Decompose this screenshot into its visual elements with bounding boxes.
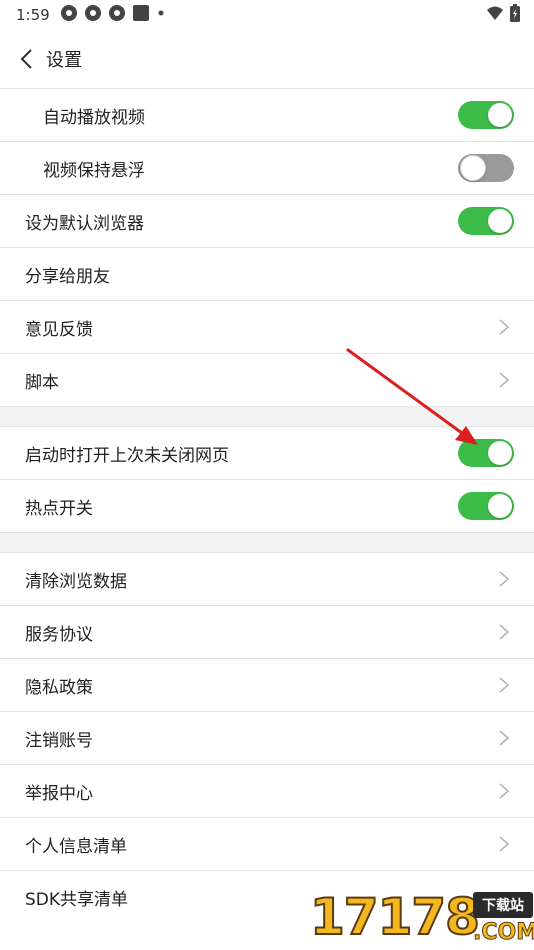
setting-hotspot[interactable]: 热点开关 — [0, 479, 534, 532]
setting-video-float[interactable]: 视频保持悬浮 — [0, 141, 534, 194]
setting-label: 清除浏览数据 — [25, 571, 127, 592]
setting-service-agreement[interactable]: 服务协议 — [0, 605, 534, 658]
watermark-logo: 17178 下载站 .COM — [308, 884, 534, 950]
back-arrow-icon[interactable] — [6, 39, 46, 79]
setting-feedback[interactable]: 意见反馈 — [0, 300, 534, 353]
title-bar: 设置 — [0, 30, 534, 88]
setting-label: 个人信息清单 — [25, 836, 127, 857]
setting-personal-info-list[interactable]: 个人信息清单 — [0, 817, 534, 870]
dot-icon — [156, 4, 166, 26]
chevron-right-icon — [499, 319, 510, 335]
chevron-right-icon — [499, 783, 510, 799]
default-browser-toggle[interactable] — [458, 207, 514, 235]
setting-clear-data[interactable]: 清除浏览数据 — [0, 552, 534, 605]
setting-default-browser[interactable]: 设为默认浏览器 — [0, 194, 534, 247]
section-divider — [0, 406, 534, 426]
chevron-right-icon — [499, 730, 510, 746]
setting-autoplay-video[interactable]: 自动播放视频 — [0, 88, 534, 141]
setting-script[interactable]: 脚本 — [0, 353, 534, 406]
setting-label: 热点开关 — [25, 498, 93, 519]
video-float-toggle[interactable] — [458, 154, 514, 182]
setting-label: 注销账号 — [25, 730, 93, 751]
watermark-badge: 下载站 — [473, 892, 533, 918]
settings-list: 自动播放视频 视频保持悬浮 设为默认浏览器 分享给朋友 意见反馈 脚本 启动时打… — [0, 88, 534, 923]
setting-share-friends[interactable]: 分享给朋友 — [0, 247, 534, 300]
page-title: 设置 — [46, 50, 82, 71]
watermark-suffix: .COM — [473, 920, 534, 946]
app-icon-2 — [84, 4, 102, 26]
setting-label: 分享给朋友 — [25, 266, 110, 287]
status-time: 1:59 — [16, 6, 50, 24]
chevron-right-icon — [499, 624, 510, 640]
chevron-right-icon — [499, 677, 510, 693]
status-bar: 1:59 — [0, 0, 534, 30]
app-icon-1 — [60, 4, 78, 26]
setting-delete-account[interactable]: 注销账号 — [0, 711, 534, 764]
chevron-right-icon — [499, 372, 510, 388]
setting-restore-tabs[interactable]: 启动时打开上次未关闭网页 — [0, 426, 534, 479]
setting-label: 服务协议 — [25, 624, 93, 645]
section-divider — [0, 532, 534, 552]
chevron-right-icon — [499, 836, 510, 852]
hotspot-toggle[interactable] — [458, 492, 514, 520]
setting-label: 意见反馈 — [25, 319, 93, 340]
setting-report-center[interactable]: 举报中心 — [0, 764, 534, 817]
setting-label: 设为默认浏览器 — [25, 213, 144, 234]
setting-label: 自动播放视频 — [43, 107, 145, 128]
setting-label: 隐私政策 — [25, 677, 93, 698]
setting-privacy-policy[interactable]: 隐私政策 — [0, 658, 534, 711]
autoplay-video-toggle[interactable] — [458, 101, 514, 129]
setting-label: 启动时打开上次未关闭网页 — [25, 445, 229, 466]
battery-icon — [510, 4, 520, 26]
chevron-right-icon — [499, 571, 510, 587]
setting-label: 视频保持悬浮 — [43, 160, 145, 181]
restore-tabs-toggle[interactable] — [458, 439, 514, 467]
watermark-digits: 17178 — [309, 887, 481, 947]
wifi-icon — [486, 5, 504, 25]
setting-label: 脚本 — [25, 372, 59, 393]
square-icon — [132, 4, 150, 26]
setting-label: 举报中心 — [25, 783, 93, 804]
app-icon-3 — [108, 4, 126, 26]
